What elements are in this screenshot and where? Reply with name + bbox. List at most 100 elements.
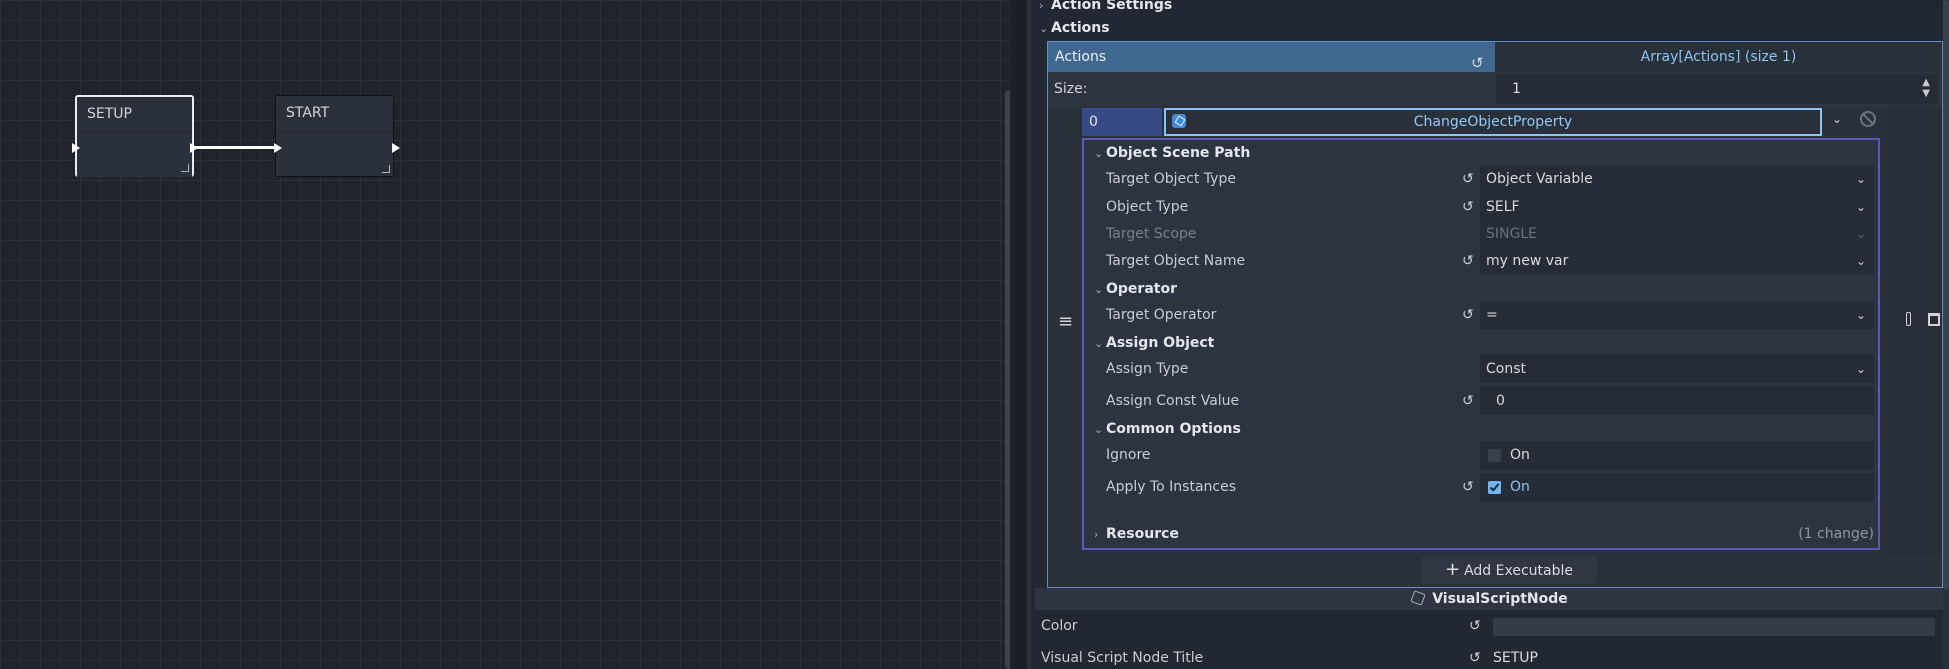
resize-handle-icon[interactable] [181, 164, 189, 172]
resource-cube-icon [1172, 114, 1186, 128]
chevron-down-icon: ⌄ [1855, 227, 1866, 241]
graph-node-setup[interactable]: SETUP [75, 95, 194, 177]
chevron-down-icon: ⌄ [1094, 423, 1104, 436]
target-object-name-dropdown[interactable]: my new var ⌄ [1480, 247, 1874, 275]
chevron-right-icon: › [1039, 0, 1044, 12]
add-executable-action-button[interactable]: +Add Executable Action [1421, 556, 1597, 607]
color-picker-button[interactable] [1493, 618, 1935, 636]
prop-label: Ignore [1106, 447, 1151, 463]
spin-arrows-icon[interactable]: ▲ ▼ [1922, 77, 1930, 99]
chevron-down-icon: ⌄ [1094, 337, 1104, 350]
target-object-type-dropdown[interactable]: Object Variable ⌄ [1480, 165, 1874, 193]
trash-icon[interactable] [1928, 313, 1940, 326]
assign-type-dropdown[interactable]: Const ⌄ [1480, 355, 1874, 383]
prop-node-title: Visual Script Node Title ↺ SETUP [1041, 643, 1941, 669]
array-property-name[interactable]: Actions ↺ [1048, 42, 1495, 72]
size-spinbox[interactable]: 1 ▲ ▼ [1496, 74, 1938, 104]
revert-icon[interactable]: ↺ [1469, 618, 1481, 634]
revert-icon[interactable]: ↺ [1462, 171, 1474, 187]
revert-icon[interactable]: ↺ [1462, 393, 1474, 409]
array-name-label: Actions [1055, 49, 1107, 65]
target-operator-dropdown[interactable]: = ⌄ [1480, 301, 1874, 329]
node-cube-icon [1410, 590, 1426, 606]
chevron-down-icon: ⌄ [1094, 147, 1104, 160]
dropdown-value: SINGLE [1486, 226, 1537, 242]
section-label: Action Settings [1051, 0, 1173, 13]
assign-const-value-input[interactable]: 0 [1480, 387, 1874, 415]
prop-label: Target Operator [1106, 307, 1217, 323]
prop-color: Color ↺ [1041, 611, 1941, 641]
connection-line[interactable] [193, 146, 278, 149]
checkbox-checked-icon [1488, 481, 1501, 494]
resize-handle-icon[interactable] [382, 165, 390, 173]
input-port-icon[interactable] [274, 143, 282, 153]
array-type-button[interactable]: Array[Actions] (size 1) [1495, 42, 1942, 72]
clear-icon[interactable] [1860, 111, 1876, 127]
graph-node-title: START [276, 96, 393, 132]
graph-scrollbar[interactable] [1005, 90, 1010, 669]
section-actions[interactable]: ⌄ Actions [1039, 17, 1110, 39]
size-label: Size: [1054, 81, 1088, 97]
prop-label: Assign Const Value [1106, 393, 1240, 409]
inspector-scrollbar-thumb[interactable] [1943, 0, 1949, 590]
dropdown-value: my new var [1486, 253, 1569, 269]
prop-label: Target Scope [1106, 226, 1197, 242]
chevron-down-icon: ⌄ [1855, 172, 1866, 186]
prop-assign-type: Assign Type Const ⌄ [1084, 354, 1878, 384]
category-object-scene-path[interactable]: ⌄ Object Scene Path [1084, 142, 1878, 164]
revert-icon[interactable]: ↺ [1462, 253, 1474, 269]
prop-target-object-type: Target Object Type ↺ Object Variable ⌄ [1084, 164, 1878, 194]
resource-picker[interactable]: ChangeObjectProperty [1164, 108, 1822, 136]
output-port-icon[interactable] [392, 143, 400, 153]
section-label: Actions [1051, 20, 1110, 36]
category-resource[interactable]: › Resource (1 change) [1084, 523, 1878, 545]
resource-name: ChangeObjectProperty [1413, 114, 1573, 130]
category-operator[interactable]: ⌄ Operator [1084, 278, 1878, 300]
node-title-input[interactable]: SETUP [1493, 643, 1538, 669]
category-common-options[interactable]: ⌄ Common Options [1084, 418, 1878, 440]
pin-icon[interactable] [1906, 312, 1911, 326]
prop-label: Apply To Instances [1106, 479, 1237, 495]
prop-target-operator: Target Operator ↺ = ⌄ [1084, 300, 1878, 330]
plus-icon: + [1445, 559, 1461, 580]
checkbox-label: On [1510, 479, 1530, 495]
chevron-down-icon: ⌄ [1094, 283, 1104, 296]
input-port-icon[interactable] [72, 143, 80, 153]
prop-label: Assign Type [1106, 361, 1189, 377]
revert-icon[interactable]: ↺ [1462, 479, 1474, 495]
chevron-down-icon: ⌄ [1855, 200, 1866, 214]
category-label: Assign Object [1106, 335, 1215, 351]
drag-handle-icon[interactable]: ≡ [1058, 311, 1073, 332]
chevron-down-icon[interactable]: ⌄ [1832, 112, 1842, 126]
graph-editor[interactable]: SETUP START [0, 0, 1010, 669]
apply-to-instances-checkbox[interactable]: On [1480, 473, 1874, 501]
section-action-settings[interactable]: › Action Settings [1039, 0, 1172, 16]
element-index: 0 [1082, 108, 1162, 136]
object-type-dropdown[interactable]: SELF ⌄ [1480, 193, 1874, 221]
revert-icon[interactable]: ↺ [1462, 307, 1474, 323]
checkbox-icon [1488, 449, 1501, 462]
graph-node-title: SETUP [77, 97, 192, 133]
element-tools [1888, 108, 1942, 554]
revert-icon[interactable]: ↺ [1469, 650, 1481, 666]
panel-splitter[interactable] [1017, 0, 1025, 669]
actions-array-panel: Actions ↺ Array[Actions] (size 1) Size: … [1047, 41, 1943, 607]
array-element-0: ≡ 0 ChangeObjectProperty ⌄ ⌄ Object Scene… [1048, 108, 1942, 554]
dropdown-value: Const [1486, 361, 1526, 377]
resource-properties: ⌄ Object Scene Path Target Object Type ↺ … [1082, 138, 1880, 550]
chevron-down-icon: ⌄ [1855, 362, 1866, 376]
dropdown-value: = [1486, 307, 1498, 323]
prop-target-scope: Target Scope SINGLE ⌄ [1084, 219, 1878, 249]
target-scope-dropdown: SINGLE ⌄ [1480, 220, 1874, 248]
prop-label: Target Object Type [1106, 171, 1236, 187]
section-visual-script-node[interactable]: VisualScriptNode [1035, 588, 1945, 610]
chevron-down-icon: ⌄ [1855, 308, 1866, 322]
ignore-checkbox[interactable]: On [1480, 441, 1874, 469]
category-label: Resource [1106, 526, 1179, 542]
prop-label: Object Type [1106, 199, 1189, 215]
graph-node-start[interactable]: START [275, 95, 394, 177]
category-label: Operator [1106, 281, 1177, 297]
revert-icon[interactable]: ↺ [1462, 199, 1474, 215]
category-assign-object[interactable]: ⌄ Assign Object [1084, 332, 1878, 354]
dropdown-value: SELF [1486, 199, 1520, 215]
